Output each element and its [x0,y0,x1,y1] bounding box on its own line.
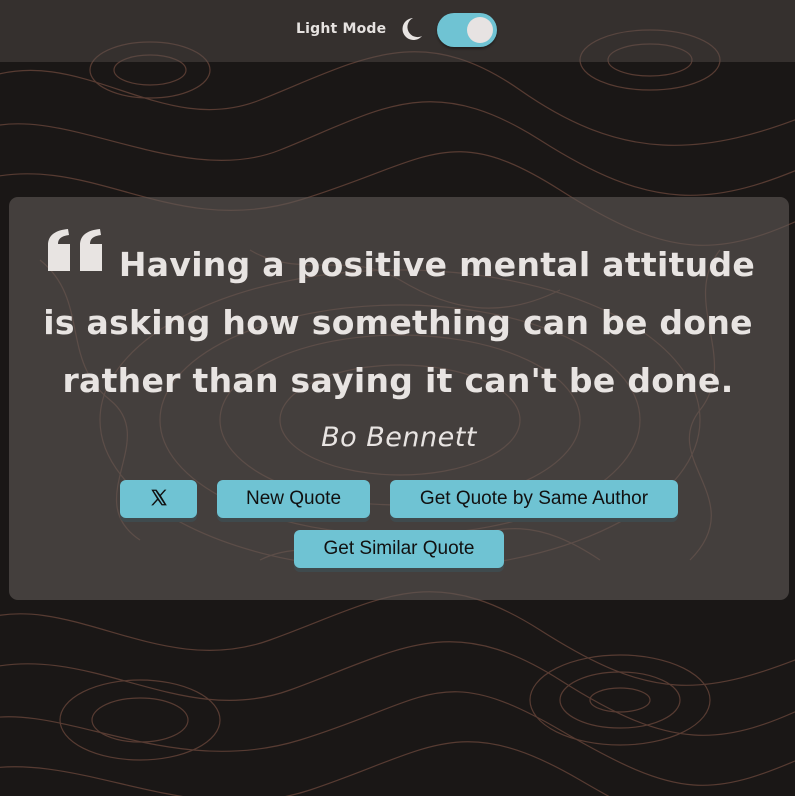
mode-label: Light Mode [296,21,387,37]
top-bar: Light Mode [0,0,795,62]
share-on-x-button[interactable] [120,480,197,518]
same-author-button[interactable]: Get Quote by Same Author [390,480,678,518]
x-logo-icon [151,489,167,506]
page: Light Mode Having a positive mental atti… [0,0,795,796]
new-quote-button[interactable]: New Quote [217,480,370,518]
theme-toggle[interactable] [437,13,497,47]
moon-icon [402,18,422,40]
toggle-knob [467,17,493,43]
quote-author: Bo Bennett [321,422,477,453]
quote-text: Having a positive mental attitude is ask… [43,245,756,400]
similar-quote-button[interactable]: Get Similar Quote [294,530,504,568]
